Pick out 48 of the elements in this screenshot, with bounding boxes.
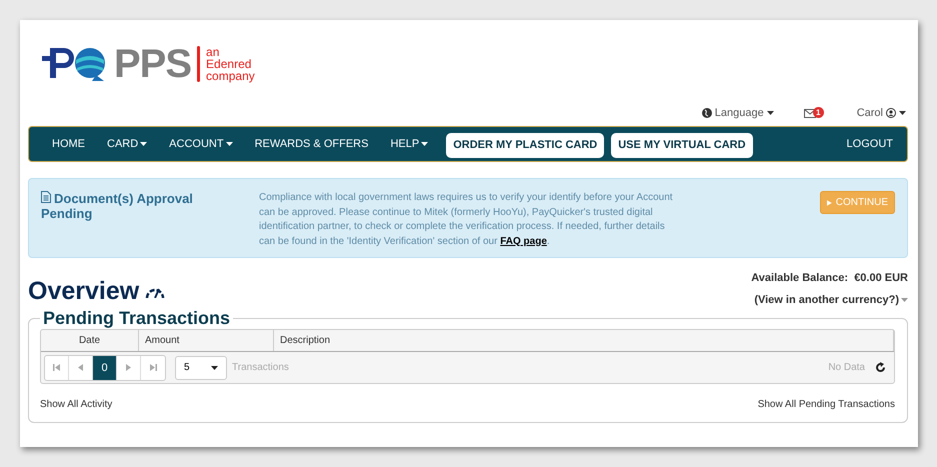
alert-message: Compliance with local government laws requires us to verify your identify before your Account can be approved. Please continue to Mitek (formerly HooYu), PayQuicker's trusted digital identification partner, to check or complete the verification process. If needed, further details can be found in the 'Identity Verification' section of our FAQ page. — [259, 191, 674, 248]
logout-link[interactable]: LOGOUT — [846, 138, 893, 150]
nav-button[interactable]: USE MY VIRTUAL CARD — [611, 132, 753, 158]
nav-link[interactable]: CARD — [96, 138, 158, 150]
nav-link[interactable]: HOME — [41, 138, 96, 150]
caret-icon — [226, 142, 233, 146]
nav-link[interactable]: REWARDS & OFFERS — [244, 138, 380, 150]
column-header[interactable]: Amount — [139, 330, 274, 351]
user-icon — [886, 108, 896, 118]
language-menu[interactable]: Language — [702, 107, 774, 119]
logo-tagline: company — [206, 70, 255, 82]
first-icon — [53, 364, 60, 371]
previous-icon — [78, 364, 83, 371]
caret-icon — [211, 366, 218, 370]
page-title: Overview — [28, 276, 140, 306]
globe-icon — [702, 108, 712, 118]
show-all-activity-link[interactable]: Show All Activity — [40, 399, 112, 410]
page-button[interactable]: 0 — [93, 356, 117, 380]
available-balance: Available Balance: €0.00 EUR — [751, 272, 908, 284]
currency-link[interactable]: (View in another currency?) — [754, 294, 908, 306]
message-count: 1 — [812, 106, 824, 118]
next-icon — [126, 364, 131, 371]
alert-title: Document(s) Approval Pending — [41, 191, 194, 223]
column-header[interactable]: Description — [274, 330, 894, 351]
column-header[interactable]: Date — [41, 330, 139, 351]
logo-name: PPS — [114, 42, 192, 86]
last-icon — [150, 364, 156, 371]
play-icon — [827, 198, 832, 206]
caret-icon — [901, 298, 908, 302]
caret-icon — [421, 142, 428, 146]
faq-link[interactable]: FAQ page — [500, 236, 547, 246]
mail-icon[interactable] — [804, 108, 816, 118]
pager-status: No Data — [828, 362, 865, 373]
user-menu[interactable]: Carol — [856, 107, 906, 119]
section-title: Pending Transactions — [42, 308, 232, 329]
show-pending-link[interactable]: Show All Pending Transactions — [758, 399, 895, 410]
caret-icon — [899, 111, 906, 115]
logo-tagline: an — [206, 46, 220, 58]
nav-link[interactable]: ACCOUNT — [158, 138, 244, 150]
nav-button[interactable]: ORDER MY PLASTIC CARD — [446, 132, 604, 158]
caret-icon — [140, 142, 148, 146]
page-size-label: Transactions — [232, 362, 289, 373]
page-size-select[interactable]: 5 — [175, 356, 227, 380]
caret-icon — [766, 111, 774, 115]
nav-link[interactable]: HELP — [379, 138, 440, 150]
document-icon — [41, 191, 51, 203]
refresh-icon[interactable] — [875, 362, 886, 373]
logo-tagline: Edenred — [206, 58, 252, 70]
